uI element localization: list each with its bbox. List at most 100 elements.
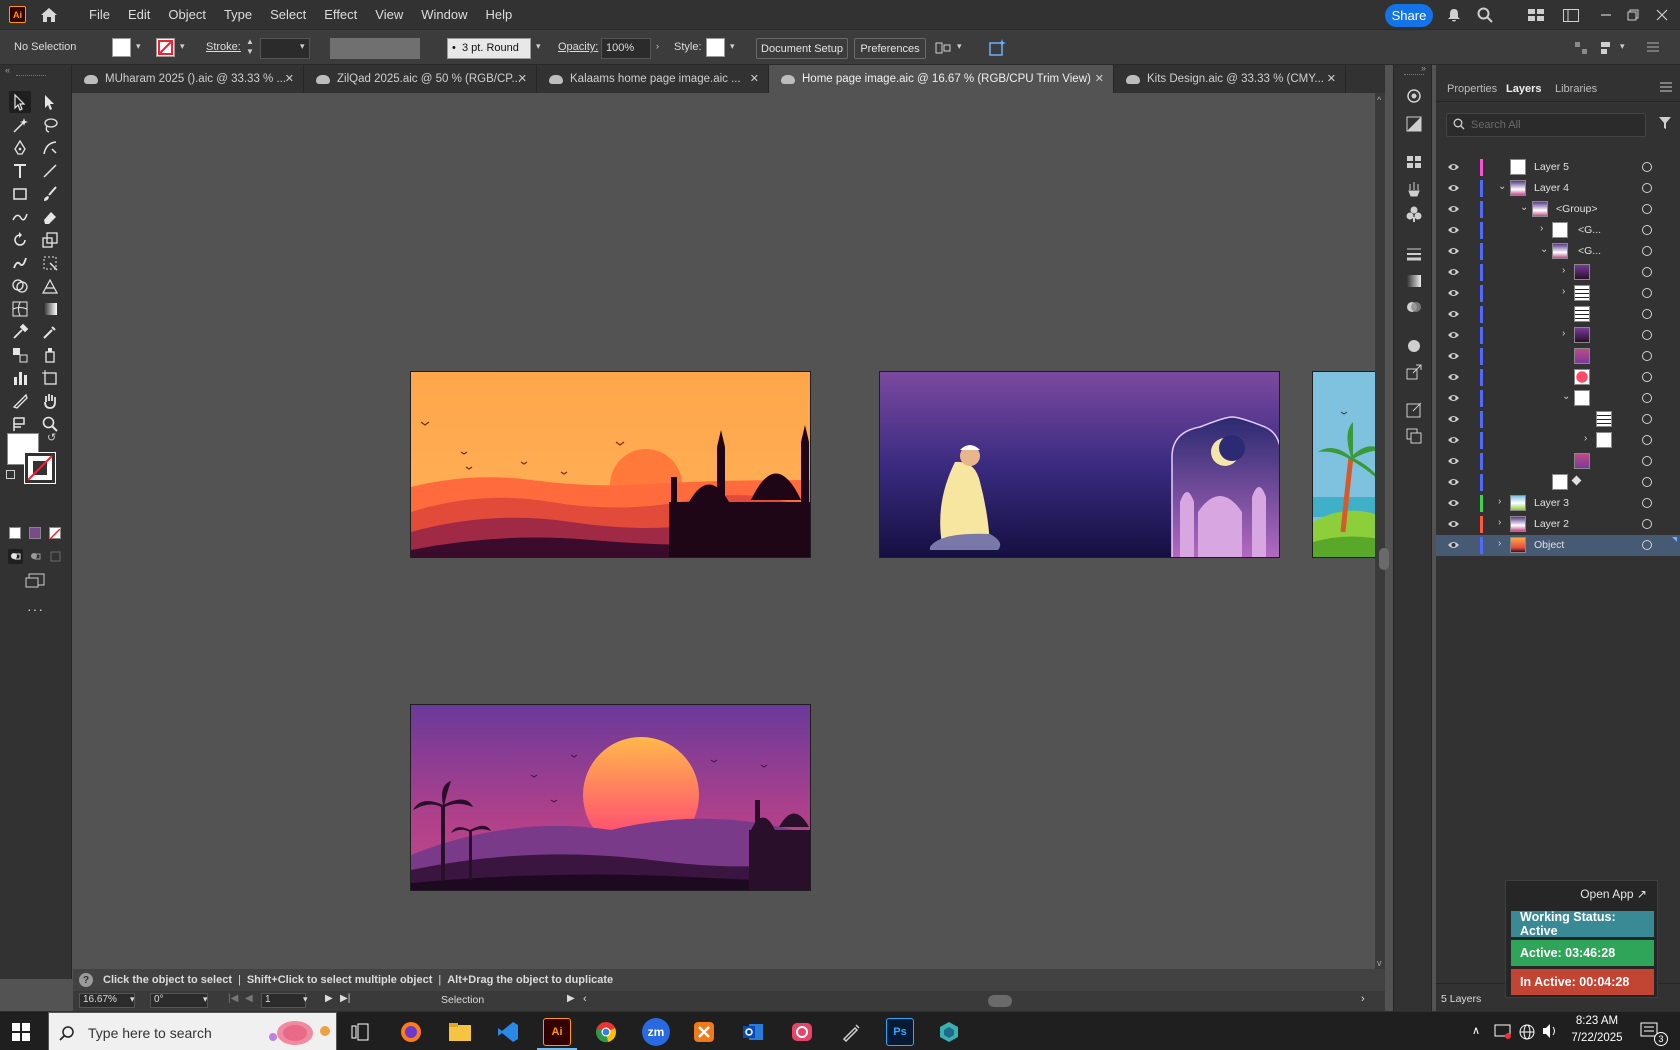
layer-name[interactable]: Layer 3 (1534, 497, 1569, 509)
close-tab-icon[interactable]: ✕ (1327, 72, 1336, 85)
menu-effect[interactable]: Effect (315, 0, 366, 29)
visibility-eye-icon[interactable] (1447, 288, 1460, 298)
layer-row[interactable]: › Layer 3 (1436, 493, 1680, 514)
fill-dropdown-icon[interactable]: ▾ (136, 41, 148, 53)
visibility-eye-icon[interactable] (1447, 456, 1460, 466)
edit-toolbar-icon[interactable]: ··· (27, 601, 44, 617)
graphic-styles-icon[interactable] (1405, 115, 1423, 136)
document-setup-button[interactable]: Document Setup (756, 38, 848, 59)
home-icon[interactable] (38, 4, 60, 26)
expand-chevron-icon[interactable]: › (1562, 328, 1565, 339)
print-tiling-tool-icon[interactable] (9, 413, 31, 435)
filter-icon[interactable] (1658, 116, 1672, 133)
visibility-eye-icon[interactable] (1447, 393, 1460, 403)
free-transform-tool-icon[interactable] (39, 252, 61, 274)
zoom-field[interactable]: 16.67% (79, 993, 135, 1008)
expand-chevron-icon[interactable]: › (1562, 286, 1565, 297)
menu-file[interactable]: File (80, 0, 119, 29)
stroke-stepper-icon[interactable]: ▲ ▼ (246, 37, 256, 58)
target-circle-icon[interactable] (1642, 477, 1652, 487)
tab-layers[interactable]: Layers (1506, 83, 1541, 95)
variable-width-profile[interactable] (330, 38, 420, 59)
symbol-sprayer-tool-icon[interactable] (39, 344, 61, 366)
type-tool-icon[interactable] (9, 160, 31, 182)
layer-row[interactable]: ⌄ (1436, 388, 1680, 409)
arrange-dropdown-icon[interactable]: ▾ (1620, 41, 1632, 53)
target-circle-icon[interactable] (1642, 393, 1652, 403)
default-colors-icon[interactable] (6, 470, 15, 479)
gradient-tool-icon[interactable] (39, 298, 61, 320)
gradient-mode-icon[interactable] (29, 527, 41, 539)
collapse-chevron-icon[interactable]: ⌄ (1562, 391, 1570, 402)
target-circle-icon[interactable] (1642, 246, 1652, 256)
target-circle-icon[interactable] (1642, 456, 1652, 466)
layer-row[interactable]: Layer 5 (1436, 157, 1680, 178)
color-guide-icon[interactable] (1405, 337, 1423, 358)
target-circle-icon[interactable] (1642, 498, 1652, 508)
stroke-dropdown-icon[interactable]: ▾ (180, 41, 192, 53)
tab-home-page-image[interactable]: Home page image.aic @ 16.67 % (RGB/CPU T… (769, 65, 1114, 93)
layer-row[interactable] (1436, 451, 1680, 472)
visibility-eye-icon[interactable] (1447, 330, 1460, 340)
menu-help[interactable]: Help (476, 0, 521, 29)
opacity-field[interactable]: 100% (601, 38, 651, 59)
visibility-eye-icon[interactable] (1447, 225, 1460, 235)
transform-icon[interactable] (1573, 40, 1589, 56)
show-hidden-icons-icon[interactable]: ∧ (1472, 1024, 1480, 1037)
eraser-tool-icon[interactable] (39, 206, 61, 228)
draw-behind-icon[interactable] (28, 549, 43, 564)
swap-colors-icon[interactable]: ↺ (47, 431, 56, 444)
scroll-left-icon[interactable]: ‹ (583, 993, 587, 1005)
target-circle-icon[interactable] (1642, 267, 1652, 277)
layer-row[interactable]: › Layer 2 (1436, 514, 1680, 535)
grip-handle[interactable] (1404, 74, 1424, 75)
illustrator-taskbar-icon[interactable]: Ai (543, 1018, 571, 1046)
visibility-eye-icon[interactable] (1447, 162, 1460, 172)
artboard-number-field[interactable]: 1 (261, 993, 306, 1008)
fill-swatch[interactable] (112, 38, 131, 57)
workspace-icon[interactable] (1561, 5, 1581, 25)
color-mode-icon[interactable] (9, 527, 21, 539)
visibility-eye-icon[interactable] (1447, 414, 1460, 424)
visibility-eye-icon[interactable] (1447, 183, 1460, 193)
shaper-tool-icon[interactable] (9, 206, 31, 228)
target-circle-icon[interactable] (1642, 162, 1652, 172)
style-dropdown-icon[interactable]: ▾ (730, 41, 742, 53)
share-button[interactable]: Share (1385, 4, 1433, 27)
power-status-icon[interactable] (1494, 1023, 1512, 1042)
visibility-eye-icon[interactable] (1447, 204, 1460, 214)
arrange-documents-icon[interactable] (1526, 5, 1546, 25)
windows-start-icon[interactable] (12, 1023, 30, 1044)
taskbar-search-box[interactable]: Type here to search (48, 1012, 337, 1050)
layer-name[interactable]: <G... (1578, 245, 1601, 257)
tab-kalaams-home-page[interactable]: Kalaams home page image.aic ... ✕ (537, 65, 769, 93)
artboard-purple-sunset[interactable] (410, 704, 811, 891)
panel-menu-icon[interactable] (1660, 81, 1672, 95)
vertical-scroll-thumb[interactable] (1379, 548, 1389, 570)
network-icon[interactable] (1518, 1023, 1536, 1044)
restore-icon[interactable] (1623, 5, 1643, 25)
scroll-down-icon[interactable]: v (1377, 958, 1382, 968)
current-tool-status[interactable]: Selection (441, 994, 484, 1006)
tab-kits-design[interactable]: Kits Design.aic @ 33.33 % (CMY... ✕ (1114, 65, 1346, 93)
selection-tool-icon[interactable] (9, 91, 31, 113)
canvas-area[interactable] (73, 93, 1375, 969)
artboard-tool-icon[interactable] (39, 367, 61, 389)
stroke-weight-dropdown-icon[interactable]: ▾ (300, 41, 312, 53)
magic-wand-tool-icon[interactable] (9, 114, 31, 136)
expand-chevron-icon[interactable]: › (1584, 433, 1587, 444)
tab-zilqad-2025[interactable]: ZilQad 2025.aic @ 50 % (RGB/CP... ✕ (304, 65, 537, 93)
expand-chevron-icon[interactable]: › (1498, 496, 1501, 507)
layer-row[interactable]: › (1436, 262, 1680, 283)
expand-chevron-icon[interactable]: › (1498, 538, 1501, 549)
layer-row[interactable]: › (1436, 283, 1680, 304)
target-circle-icon[interactable] (1642, 414, 1652, 424)
lasso-tool-icon[interactable] (39, 114, 61, 136)
previous-artboard-icon[interactable]: ◀ (245, 993, 253, 1004)
graphic-style-swatch[interactable] (706, 38, 725, 57)
outlook-icon[interactable] (739, 1018, 767, 1046)
preferences-button[interactable]: Preferences (854, 38, 926, 59)
scroll-up-icon[interactable]: ^ (1377, 95, 1381, 105)
layer-row[interactable] (1436, 346, 1680, 367)
target-circle-icon[interactable] (1642, 288, 1652, 298)
